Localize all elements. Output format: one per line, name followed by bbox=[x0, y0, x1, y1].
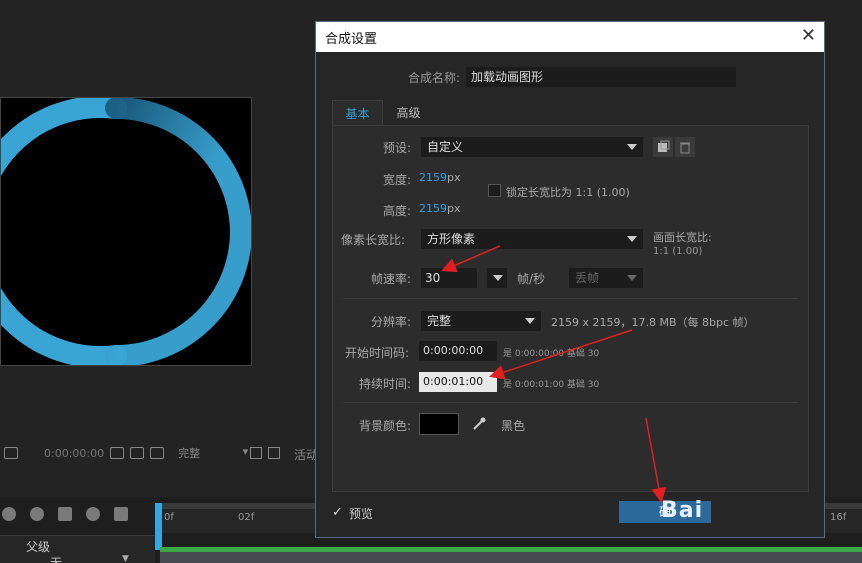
chevron-down-icon bbox=[627, 236, 637, 242]
lock-aspect-checkbox[interactable] bbox=[488, 184, 501, 197]
dialog-titlebar: 合成设置 ✕ bbox=[316, 22, 824, 52]
width-label: 宽度: bbox=[383, 173, 412, 187]
pixel-aspect-label: 像素长宽比: bbox=[341, 233, 406, 247]
parent-column-label: 父级 bbox=[26, 540, 51, 554]
duration-input[interactable]: 0:00:01:00 bbox=[419, 372, 497, 392]
frame-blend-icon[interactable] bbox=[58, 507, 72, 521]
drop-frame-select[interactable]: 丢帧 bbox=[569, 268, 643, 288]
preview-checkbox[interactable]: ✓ bbox=[332, 505, 343, 520]
frame-rate-input[interactable]: 30 bbox=[421, 268, 477, 288]
solo-icon[interactable] bbox=[2, 507, 16, 521]
preset-select[interactable]: 自定义 bbox=[421, 137, 643, 157]
width-unit: px bbox=[447, 171, 461, 184]
settings-tabs: 基本 高级 bbox=[332, 100, 434, 126]
save-preset-icon[interactable] bbox=[653, 137, 673, 157]
parent-select[interactable]: 无 bbox=[50, 554, 62, 563]
close-icon[interactable]: ✕ bbox=[801, 26, 816, 46]
tab-advanced[interactable]: 高级 bbox=[383, 100, 434, 126]
loading-ring-graphic bbox=[1, 98, 251, 365]
composition-settings-dialog: 合成设置 ✕ 合成名称: 加载动画图形 基本 高级 预设: 自定义 宽度: 21… bbox=[315, 21, 825, 538]
preset-label: 预设: bbox=[383, 141, 412, 155]
dialog-title: 合成设置 bbox=[325, 31, 378, 47]
comp-name-input[interactable]: 加载动画图形 bbox=[466, 67, 736, 87]
timeline-toolbar bbox=[0, 507, 128, 521]
delete-preset-icon[interactable] bbox=[675, 137, 695, 157]
pixel-aspect-select[interactable]: 方形像素 bbox=[421, 229, 643, 249]
duration-label: 持续时间: bbox=[359, 377, 412, 391]
grid-icon[interactable] bbox=[4, 447, 18, 459]
frame-aspect-label: 画面长宽比: bbox=[653, 231, 712, 244]
tab-basic[interactable]: 基本 bbox=[332, 100, 383, 126]
chevron-down-icon[interactable]: ▼ bbox=[122, 554, 129, 563]
resolution-label: 分辨率: bbox=[371, 315, 412, 329]
composition-viewer bbox=[0, 97, 252, 366]
divider bbox=[343, 402, 798, 403]
graph-editor-icon[interactable] bbox=[114, 507, 128, 521]
frame-aspect-value: 1:1 (1.00) bbox=[653, 246, 703, 257]
tick-02f: 02f bbox=[238, 512, 255, 523]
start-timecode-label: 开始时间码: bbox=[345, 346, 410, 360]
height-label: 高度: bbox=[383, 204, 412, 218]
transparency-grid-icon[interactable] bbox=[268, 447, 280, 459]
camera-icon[interactable] bbox=[110, 447, 125, 459]
layer-header: 父级 无 ▼ bbox=[0, 535, 155, 563]
comp-name-label: 合成名称: bbox=[408, 71, 461, 85]
height-unit: px bbox=[447, 202, 461, 215]
start-timecode-input[interactable]: 0:00:00:00 bbox=[419, 341, 497, 361]
duration-note: 是 0:00:01:00 基础 30 bbox=[503, 380, 600, 390]
watermark-logo: Bai bbox=[661, 498, 704, 523]
shy-icon[interactable] bbox=[30, 507, 44, 521]
viewer-right-icons bbox=[250, 447, 280, 459]
tick-16f: 16f bbox=[830, 512, 847, 523]
basic-panel: 预设: 自定义 宽度: 2159 px 高度: 2159 px 锁定长宽比为 1… bbox=[332, 125, 809, 492]
width-value[interactable]: 2159 bbox=[419, 171, 447, 184]
tick-0f: 0f bbox=[164, 512, 174, 523]
frame-rate-unit: 帧/秒 bbox=[517, 272, 546, 286]
eyedropper-icon[interactable] bbox=[469, 414, 489, 434]
region-icon[interactable] bbox=[250, 447, 262, 459]
lock-aspect-label: 锁定长宽比为 1:1 (1.00) bbox=[506, 186, 630, 199]
start-timecode-note: 是 0:00:00:00 基础 30 bbox=[503, 349, 600, 359]
viewer-timecode[interactable]: 0:00:00:00 bbox=[44, 447, 104, 460]
frame-rate-dropdown[interactable] bbox=[487, 268, 507, 288]
chevron-down-icon bbox=[627, 275, 637, 281]
chevron-down-icon bbox=[525, 318, 535, 324]
layer-bar[interactable] bbox=[160, 552, 862, 563]
bg-color-name: 黑色 bbox=[501, 419, 526, 433]
chevron-down-icon bbox=[493, 275, 503, 281]
mask-icon[interactable] bbox=[130, 447, 145, 459]
playhead[interactable] bbox=[155, 503, 162, 550]
bg-color-swatch[interactable] bbox=[419, 413, 459, 435]
resolution-select[interactable]: 完整 ▾ bbox=[178, 445, 248, 461]
resolution-info: 2159 x 2159，17.8 MB（每 8bpc 帧） bbox=[551, 316, 755, 329]
motion-blur-icon[interactable] bbox=[86, 507, 100, 521]
preview-label: 预览 bbox=[349, 507, 374, 521]
divider bbox=[343, 298, 798, 299]
resolution-select[interactable]: 完整 bbox=[421, 311, 541, 331]
height-value[interactable]: 2159 bbox=[419, 202, 447, 215]
bg-color-label: 背景颜色: bbox=[359, 419, 412, 433]
chevron-down-icon bbox=[627, 144, 637, 150]
color-channels-icon[interactable] bbox=[150, 447, 165, 459]
frame-rate-label: 帧速率: bbox=[371, 272, 412, 286]
